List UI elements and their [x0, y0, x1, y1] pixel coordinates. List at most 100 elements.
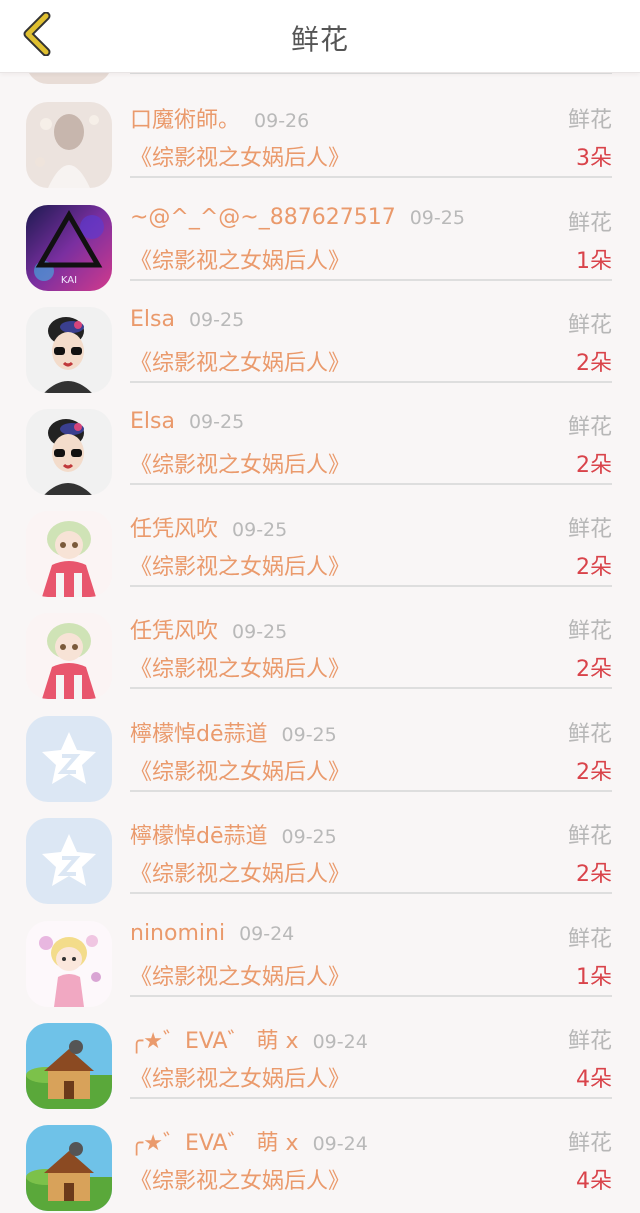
date: 09-25: [188, 411, 245, 433]
avatar[interactable]: [26, 307, 112, 393]
gift-count: 4朵: [576, 1067, 612, 1092]
svg-text:KAI: KAI: [61, 275, 77, 286]
book-title[interactable]: 《综影视之女娲后人》: [130, 959, 350, 991]
gift-type: 鲜花: [567, 108, 612, 133]
row-divider: [130, 585, 612, 587]
gift-count: 3朵: [576, 146, 612, 171]
user-name[interactable]: ╭★゛EVA゛ 萌 x: [130, 1029, 299, 1054]
gift-count: 2朵: [576, 351, 612, 376]
user-name-row: ╭★゛EVA゛ 萌 x 09-24: [130, 1023, 368, 1055]
user-name[interactable]: Elsa: [130, 409, 175, 434]
avatar[interactable]: KAI: [26, 205, 112, 291]
book-title[interactable]: 《综影视之女娲后人》: [130, 345, 350, 377]
row-divider: [130, 1097, 612, 1099]
user-name[interactable]: 檸檬悼dē蒜道: [130, 824, 268, 849]
avatar[interactable]: [26, 1023, 112, 1109]
list-item[interactable]: 口魔術師。 09-26 鲜花 《综影视之女娲后人》 3朵: [0, 88, 640, 190]
user-name[interactable]: ninomini: [130, 921, 225, 946]
gift-type: 鲜花: [567, 619, 612, 644]
user-name[interactable]: 任凭风吹: [130, 517, 218, 542]
user-name[interactable]: Elsa: [130, 307, 175, 332]
gift-count: 2朵: [576, 760, 612, 785]
row-divider: [130, 176, 612, 178]
gift-type: 鲜花: [567, 517, 612, 542]
list-item[interactable]: Elsa 09-25 鲜花 《综影视之女娲后人》 2朵: [0, 293, 640, 395]
row-divider: [130, 790, 612, 792]
avatar[interactable]: [26, 818, 112, 904]
user-name-row: 檸檬悼dē蒜道 09-25: [130, 818, 337, 850]
page-title: 鲜花: [290, 23, 349, 56]
book-title[interactable]: 《综影视之女娲后人》: [130, 549, 350, 581]
user-name-row: ~@^_^@~_887627517 09-25: [130, 205, 465, 230]
user-name[interactable]: 口魔術師。: [130, 108, 240, 133]
gift-count: 4朵: [576, 1169, 612, 1194]
user-name[interactable]: 任凭风吹: [130, 619, 218, 644]
gift-type: 鲜花: [567, 211, 612, 236]
user-name[interactable]: ~@^_^@~_887627517: [130, 205, 396, 230]
list-item[interactable]: 任凭风吹 09-25 鲜花 《综影视之女娲后人》 2朵: [0, 599, 640, 701]
book-title[interactable]: 《综影视之女娲后人》: [130, 447, 350, 479]
book-title[interactable]: 《综影视之女娲后人》: [130, 140, 350, 172]
gift-type: 鲜花: [567, 927, 612, 952]
row-divider: [130, 995, 612, 997]
row-divider: [130, 687, 612, 689]
gift-type: 鲜花: [567, 313, 612, 338]
app-header: 鲜花: [0, 0, 640, 73]
avatar[interactable]: [26, 613, 112, 699]
avatar[interactable]: [26, 921, 112, 1007]
gift-type: 鲜花: [567, 824, 612, 849]
gift-type: 鲜花: [567, 722, 612, 747]
user-name-row: ╭★゛EVA゛ 萌 x 09-24: [130, 1125, 368, 1157]
date: 09-25: [232, 621, 288, 643]
gift-count: 1朵: [576, 249, 612, 274]
avatar[interactable]: [26, 716, 112, 802]
user-name[interactable]: 檸檬悼dē蒜道: [130, 722, 268, 747]
row-divider: [130, 483, 612, 485]
gift-type: 鲜花: [567, 415, 612, 440]
user-name-row: Elsa 09-25: [130, 409, 244, 434]
gift-count: 2朵: [576, 862, 612, 887]
list-item[interactable]: KAI ~@^_^@~_887627517 09-25 鲜花 《综影视之女娲后人》…: [0, 191, 640, 293]
user-name[interactable]: ╭★゛EVA゛ 萌 x: [130, 1131, 299, 1156]
list-item[interactable]: ╭★゛EVA゛ 萌 x 09-24 鲜花 《综影视之女娲后人》 4朵: [0, 1009, 640, 1111]
gift-type: 鲜花: [567, 1131, 612, 1156]
gift-count: 1朵: [576, 965, 612, 990]
gift-count: 2朵: [576, 453, 612, 478]
book-title[interactable]: 《综影视之女娲后人》: [130, 243, 350, 275]
date: 09-24: [312, 1031, 368, 1053]
book-title[interactable]: 《综影视之女娲后人》: [130, 856, 350, 888]
date: 09-25: [232, 519, 288, 541]
date: 09-25: [409, 207, 465, 229]
date: 09-25: [281, 724, 337, 746]
user-name-row: 檸檬悼dē蒜道 09-25: [130, 716, 337, 748]
avatar[interactable]: [26, 511, 112, 597]
list-item[interactable]: 檸檬悼dē蒜道 09-25 鲜花 《综影视之女娲后人》 2朵: [0, 804, 640, 906]
avatar[interactable]: [26, 1125, 112, 1211]
row-divider: [130, 279, 612, 281]
user-name-row: Elsa 09-25: [130, 307, 244, 332]
user-name-row: 任凭风吹 09-25: [130, 511, 287, 543]
date: 09-26: [254, 110, 310, 132]
list-item[interactable]: ninomini 09-24 鲜花 《综影视之女娲后人》 1朵: [0, 907, 640, 1009]
list-item[interactable]: 任凭风吹 09-25 鲜花 《综影视之女娲后人》 2朵: [0, 497, 640, 599]
date: 09-25: [188, 309, 245, 331]
book-title[interactable]: 《综影视之女娲后人》: [130, 651, 350, 683]
book-title[interactable]: 《综影视之女娲后人》: [130, 754, 350, 786]
book-title[interactable]: 《综影视之女娲后人》: [130, 1163, 350, 1195]
gift-count: 2朵: [576, 555, 612, 580]
user-name-row: ninomini 09-24: [130, 921, 294, 946]
user-name-row: 口魔術師。 09-26: [130, 102, 309, 134]
gift-count: 2朵: [576, 657, 612, 682]
avatar[interactable]: [26, 102, 112, 188]
avatar[interactable]: [26, 409, 112, 495]
list-item[interactable]: Elsa 09-25 鲜花 《综影视之女娲后人》 2朵: [0, 395, 640, 497]
date: 09-24: [312, 1133, 368, 1155]
date: 09-24: [239, 923, 295, 945]
user-name-row: 任凭风吹 09-25: [130, 613, 287, 645]
list-item[interactable]: 檸檬悼dē蒜道 09-25 鲜花 《综影视之女娲后人》 2朵: [0, 702, 640, 804]
row-divider: [130, 381, 612, 383]
book-title[interactable]: 《综影视之女娲后人》: [130, 1061, 350, 1093]
date: 09-25: [281, 826, 337, 848]
list-item[interactable]: ╭★゛EVA゛ 萌 x 09-24 鲜花 《综影视之女娲后人》 4朵: [0, 1111, 640, 1213]
gift-type: 鲜花: [567, 1029, 612, 1054]
